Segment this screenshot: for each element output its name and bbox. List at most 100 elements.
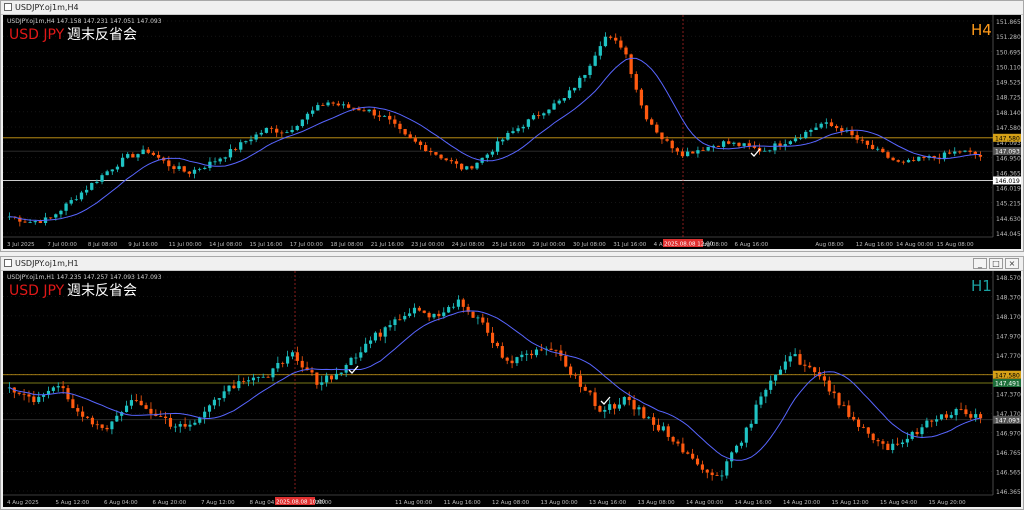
candle-body (251, 377, 256, 381)
candle-body (901, 161, 906, 163)
price-tick-label: 148.170 (996, 314, 1021, 321)
candle-body (403, 315, 407, 320)
candle-body (619, 40, 623, 48)
candle-body (832, 391, 836, 394)
price-tick-label: 146.765 (996, 450, 1021, 457)
price-tag-mid: 147.491 (995, 380, 1020, 387)
candle-body (501, 139, 505, 142)
candle-body (295, 125, 299, 130)
time-axis-label: 5 Aug 12:00 (56, 500, 90, 506)
candle-body (276, 362, 280, 369)
candle-body (656, 424, 661, 431)
candle-body (891, 443, 895, 451)
price-tag-orange: 147.580 (995, 135, 1020, 142)
candle-body (320, 382, 324, 385)
candle-body (516, 128, 520, 132)
candle-body (742, 143, 746, 146)
candle-body (642, 407, 646, 419)
candle-body (349, 357, 353, 366)
candle-body (490, 332, 495, 343)
candle-body (526, 119, 531, 127)
candle-body (141, 149, 145, 155)
candle-body (81, 411, 85, 417)
time-axis-label: 11 Aug 16:00 (444, 500, 482, 506)
candle-body (178, 424, 182, 427)
candle-body (442, 312, 446, 317)
candle-body (808, 365, 812, 368)
candle-body (242, 381, 246, 382)
candle-body (749, 423, 753, 428)
candle-body (686, 452, 690, 454)
candle-body (486, 322, 490, 333)
candle-body (325, 375, 329, 383)
candle-body (424, 145, 428, 152)
candle-body (447, 307, 451, 313)
candle-body (341, 104, 346, 106)
candle-body (334, 373, 338, 380)
candle-body (696, 150, 700, 154)
chart-window-h4[interactable]: USDJPY.oj1m,H4 151.865 151.280 150.695 150.… (0, 0, 1024, 252)
candle-body (500, 346, 504, 358)
chart-area-h1[interactable]: 148.570 148.370 148.170 147.970 147.770 147.5… (3, 271, 1021, 507)
candle-body (953, 151, 957, 154)
candle-body (364, 343, 368, 353)
candle-body (747, 143, 751, 146)
candle-body (69, 200, 73, 204)
candle-body (958, 151, 962, 153)
candle-body (644, 105, 649, 120)
time-axis-label: 7 Jul 00:00 (47, 242, 77, 248)
price-tick-label: 146.970 (996, 431, 1021, 438)
candle-body (917, 156, 921, 161)
time-axis-label: 24 Jul 08:00 (452, 242, 485, 248)
candle-body (608, 36, 613, 38)
chart-area-h4[interactable]: 151.865 151.280 150.695 150.110 149.525 148.7… (3, 15, 1021, 249)
candle-body (362, 110, 366, 112)
candle-body (963, 150, 967, 152)
close-button[interactable]: × (1005, 258, 1019, 269)
moving-average-line (9, 310, 981, 461)
candle-body (388, 115, 392, 120)
candle-body (870, 144, 875, 150)
candle-body (378, 332, 382, 337)
price-tick-label: 148.725 (996, 95, 1021, 102)
candle-body (131, 154, 135, 158)
candle-body (244, 141, 248, 143)
candle-body (432, 313, 436, 318)
candle-body (295, 352, 299, 361)
candle-body (136, 154, 140, 158)
candle-body (54, 214, 58, 218)
price-tick-label: 147.770 (996, 353, 1021, 360)
maximize-button[interactable]: □ (989, 258, 1003, 269)
chart-window-h1[interactable]: USDJPY.oj1m,H1 _ □ × 148.570 148.370 148.1… (0, 256, 1024, 510)
candle-body (228, 149, 233, 158)
candle-body (856, 419, 861, 427)
titlebar-h1[interactable]: USDJPY.oj1m,H1 _ □ × (1, 257, 1023, 271)
time-axis-label: 12 Aug 16:00 (856, 242, 894, 248)
candle-body (681, 443, 685, 453)
candle-body (64, 203, 68, 211)
candle-body (768, 150, 772, 152)
candlestick-chart-h1[interactable]: 148.570 148.370 148.170 147.970 147.770 147.5… (3, 271, 1023, 509)
candle-body (393, 119, 397, 124)
candle-body (915, 431, 919, 435)
candle-body (701, 150, 705, 151)
timeframe-label: H4 (971, 21, 992, 39)
candle-body (475, 162, 479, 169)
candle-body (310, 110, 315, 114)
candle-body (254, 134, 258, 140)
price-tick-label: 146.565 (996, 470, 1021, 477)
time-axis-label: 18 Jul 08:00 (330, 242, 363, 248)
candle-body (676, 441, 680, 444)
candle-body (547, 109, 551, 114)
minimize-button[interactable]: _ (973, 258, 987, 269)
candle-body (168, 417, 173, 427)
candle-body (734, 445, 739, 453)
candlestick-chart-h4[interactable]: 151.865 151.280 150.695 150.110 149.525 148.7… (3, 15, 1023, 251)
titlebar-h4[interactable]: USDJPY.oj1m,H4 (1, 1, 1023, 15)
candle-body (193, 422, 197, 425)
candle-body (813, 367, 817, 373)
candle-body (316, 105, 320, 111)
candle-body (763, 150, 767, 152)
candle-body (788, 356, 792, 362)
candle-body (670, 140, 674, 149)
